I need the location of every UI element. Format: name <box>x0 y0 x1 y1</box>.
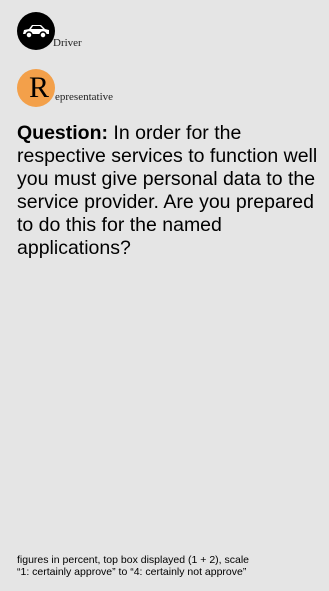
question-lead: Question: <box>17 122 108 144</box>
legend-driver: Driver <box>17 12 82 50</box>
representative-letter: R <box>28 71 49 104</box>
legend-representative-label: epresentative <box>55 91 114 103</box>
footnote: figures in percent, top box displayed (1… <box>17 554 327 578</box>
legend-driver-label: Driver <box>53 37 82 49</box>
representative-badge: R <box>17 69 55 107</box>
legend-representative: R epresentative <box>17 69 113 107</box>
question-text: Question: In order for the respective se… <box>17 122 322 260</box>
car-icon <box>17 12 55 50</box>
footnote-line-1: figures in percent, top box displayed (1… <box>17 554 250 566</box>
footnote-line-2: “1: certainly approve” to “4: certainly … <box>17 566 247 578</box>
info-panel: Driver R epresentative Question: In orde… <box>0 0 329 591</box>
